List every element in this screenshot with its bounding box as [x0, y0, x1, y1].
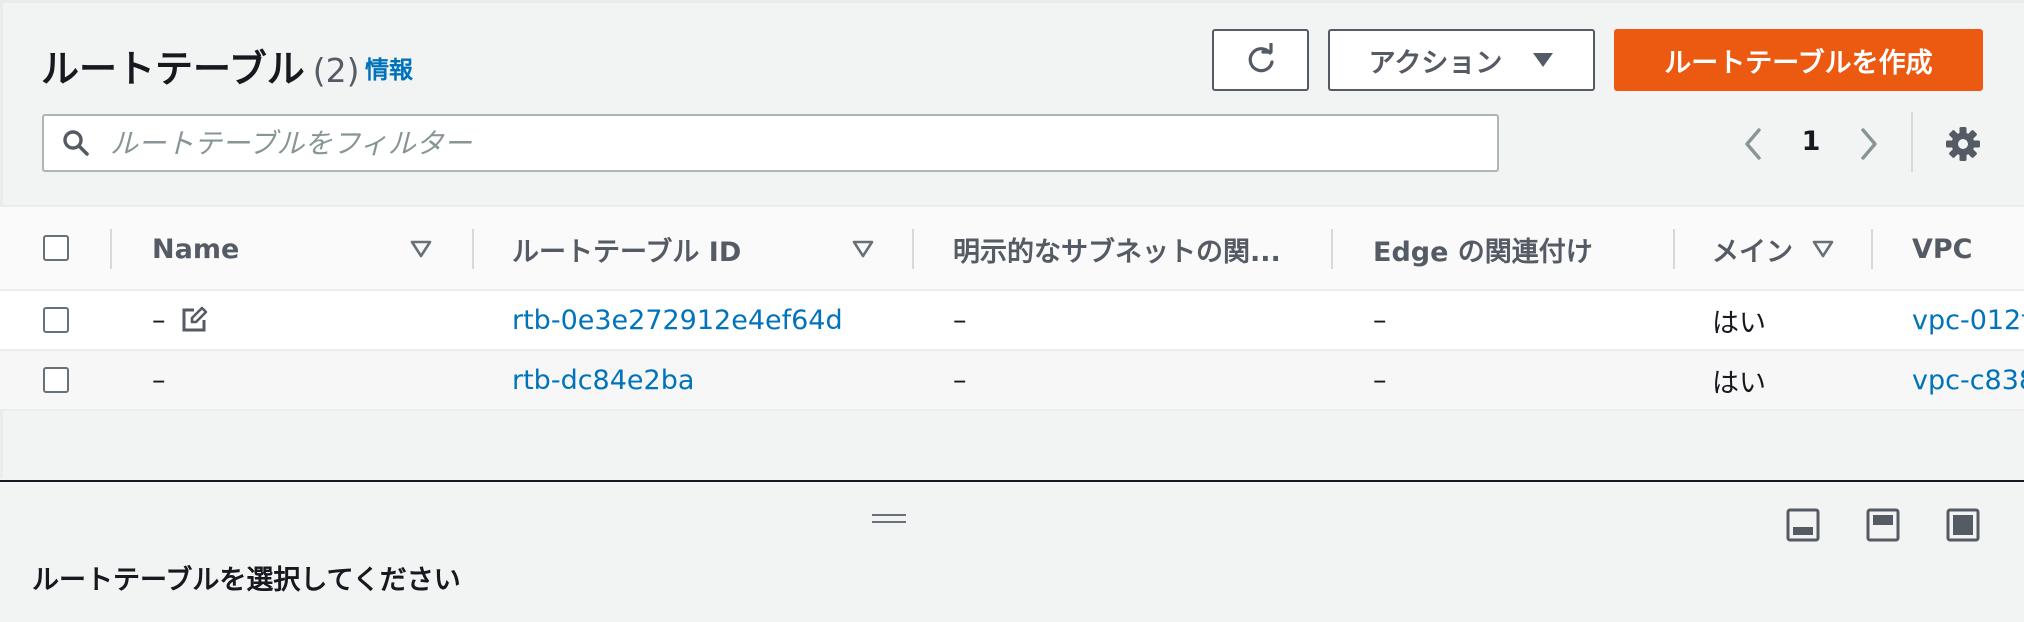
resize-handle[interactable]: [872, 514, 906, 528]
vpc-link[interactable]: vpc-012f: [1912, 291, 2024, 349]
column-separator: [1673, 229, 1675, 269]
actions-dropdown-button[interactable]: アクション: [1328, 29, 1595, 91]
caret-down-icon: [1533, 53, 1554, 67]
chevron-left-icon: [1745, 128, 1761, 160]
column-separator: [110, 229, 112, 269]
refresh-icon: [1248, 43, 1274, 73]
title-count: (2): [312, 51, 360, 90]
title-text: ルートテーブル: [41, 47, 305, 91]
next-page-button[interactable]: [1854, 124, 1884, 164]
pagination-divider: [1911, 112, 1913, 172]
info-link[interactable]: 情報: [365, 50, 413, 85]
refresh-button[interactable]: [1212, 29, 1309, 91]
split-panel-empty-message: ルートテーブルを選択してください: [32, 565, 461, 596]
column-header-vpc[interactable]: VPC: [1912, 207, 2024, 291]
route-table-id-link[interactable]: rtb-0e3e272912e4ef64d: [512, 291, 843, 349]
column-separator: [1871, 229, 1873, 269]
sort-icon[interactable]: [410, 239, 432, 259]
edit-icon[interactable]: [180, 306, 208, 334]
cell-main: はい: [1712, 367, 1766, 399]
row-checkbox[interactable]: [43, 367, 69, 393]
cell-explicit-subnet: –: [953, 304, 967, 336]
column-header-name[interactable]: Name: [152, 207, 392, 291]
cell-name: –: [152, 364, 166, 396]
split-panel: ルートテーブルを選択してください: [0, 480, 2024, 622]
create-route-table-button[interactable]: ルートテーブルを作成: [1614, 29, 1983, 91]
actions-label: アクション: [1368, 47, 1503, 79]
row-checkbox[interactable]: [43, 307, 69, 333]
cell-name: –: [152, 291, 208, 349]
route-table-id-link[interactable]: rtb-dc84e2ba: [512, 351, 694, 409]
cell-explicit-subnet: –: [953, 364, 967, 396]
filter-field[interactable]: [42, 114, 1499, 172]
column-header-main[interactable]: メイン: [1712, 207, 1812, 291]
sort-icon[interactable]: [1812, 239, 1834, 259]
name-value: –: [152, 304, 166, 336]
vpc-link[interactable]: vpc-c838: [1912, 351, 2024, 409]
page-top-border: [0, 0, 2024, 3]
cell-edge-association: –: [1373, 304, 1387, 336]
select-all-checkbox[interactable]: [43, 235, 69, 261]
column-header-route-table-id[interactable]: ルートテーブル ID: [512, 207, 832, 291]
column-separator: [1331, 229, 1333, 269]
panel-position-side-icon[interactable]: [1866, 508, 1900, 542]
page-title: ルートテーブル (2): [41, 38, 359, 93]
previous-page-button[interactable]: [1738, 124, 1768, 164]
chevron-right-icon: [1861, 128, 1877, 160]
table-row[interactable]: – rtb-0e3e272912e4ef64d – – はい vpc-012f: [0, 291, 2024, 351]
page-number-1[interactable]: 1: [1796, 126, 1826, 157]
gear-icon[interactable]: [1944, 125, 1982, 163]
cell-edge-association: –: [1373, 364, 1387, 396]
table-header: Name ルートテーブル ID 明示的なサブネットの関... Edge の関連付…: [0, 205, 2024, 291]
column-separator: [912, 229, 914, 269]
panel-position-bottom-icon[interactable]: [1786, 508, 1820, 542]
table-row[interactable]: – rtb-dc84e2ba – – はい vpc-c838: [0, 351, 2024, 411]
sort-icon[interactable]: [852, 239, 874, 259]
filter-input[interactable]: [108, 125, 1472, 161]
cell-main: はい: [1712, 307, 1766, 339]
column-separator: [472, 229, 474, 269]
search-icon: [62, 128, 92, 158]
column-header-explicit-subnet[interactable]: 明示的なサブネットの関...: [953, 207, 1293, 291]
panel-position-full-icon[interactable]: [1946, 508, 1980, 542]
column-header-edge-association[interactable]: Edge の関連付け: [1373, 207, 1673, 291]
